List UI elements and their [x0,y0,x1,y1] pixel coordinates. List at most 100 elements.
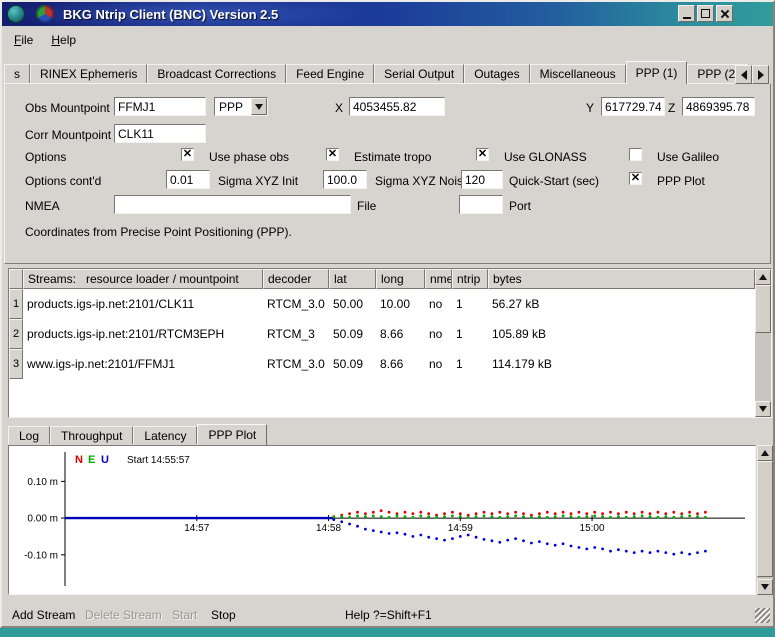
svg-text:Start 14:55:57: Start 14:55:57 [127,455,190,466]
sigma-xyz-noise-label: Sigma XYZ Noise [375,174,470,188]
sigma-xyz-init-label: Sigma XYZ Init [218,174,298,188]
window-minimize-button[interactable] [678,5,695,22]
tab-rinex-ephemeris[interactable]: RINEX Ephemeris [30,64,147,83]
tab-outages[interactable]: Outages [464,64,529,83]
obs-mountpoint-input[interactable] [114,97,206,116]
nmea-file-label: File [357,199,376,213]
start-button[interactable]: Start [172,608,197,622]
bottom-tabbar: Log Throughput Latency PPP Plot [8,424,267,445]
tab-log[interactable]: Log [8,426,50,444]
header-decoder[interactable]: decoder [263,269,329,289]
header-lat[interactable]: lat [329,269,376,289]
scrollbar-track[interactable] [755,285,771,401]
stream-row-3[interactable]: 3 www.igs-ip.net:2101/FFMJ1 RTCM_3.0 50.… [9,349,755,379]
tab-miscellaneous[interactable]: Miscellaneous [530,64,626,83]
svg-text:15:00: 15:00 [580,523,605,534]
menu-help[interactable]: Help [51,33,76,47]
window-controls [678,5,733,22]
window-maximize-button[interactable] [697,5,714,22]
sigma-xyz-init-input[interactable] [166,170,210,189]
window-close-button[interactable] [716,5,733,22]
tab-scroll-left-button[interactable] [735,65,752,84]
cell-bytes: 56.27 kB [488,289,755,319]
streams-table: Streams: resource loader / mountpoint de… [8,268,772,418]
scroll-up-button[interactable] [755,269,771,285]
tab-ppp-1[interactable]: PPP (1) [626,61,688,84]
add-stream-button[interactable]: Add Stream [12,608,75,622]
svg-text:U: U [101,454,109,466]
cell-nmea: no [425,289,452,319]
chevron-down-icon [759,406,767,416]
row-number[interactable]: 3 [9,349,23,379]
table-empty-area [9,379,755,417]
tab-throughput[interactable]: Throughput [50,426,133,444]
row-number[interactable]: 2 [9,319,23,349]
header-nmea[interactable]: nmea [425,269,452,289]
bnc-window: BKG Ntrip Client (BNC) Version 2.5 File … [0,0,775,628]
tab-truncated[interactable]: s [4,64,30,83]
scrollbar-thumb[interactable] [757,461,773,577]
y-coordinate-input[interactable] [601,97,665,116]
scrollbar-track[interactable] [757,461,773,579]
menubar: File Help [2,26,773,54]
scroll-down-button[interactable] [757,579,773,595]
maximize-icon [701,9,710,18]
cell-decoder: RTCM_3.0 [263,349,329,379]
tab-scroll-right-button[interactable] [752,65,769,84]
cell-long: 8.66 [376,319,425,349]
header-bytes[interactable]: bytes [488,269,755,289]
svg-text:0.10 m: 0.10 m [27,477,58,488]
cell-ntrip: 1 [452,289,488,319]
titlebar[interactable]: BKG Ntrip Client (BNC) Version 2.5 [2,2,773,26]
stream-row-1[interactable]: 1 products.igs-ip.net:2101/CLK11 RTCM_3.… [9,289,755,319]
header-ntrip[interactable]: ntrip [452,269,488,289]
plot-scrollbar[interactable] [757,445,773,595]
svg-text:0.00 m: 0.00 m [27,514,58,525]
use-phase-obs-checkbox[interactable]: ✕ [181,148,194,161]
header-long[interactable]: long [376,269,425,289]
tab-ppp-plot[interactable]: PPP Plot [197,424,267,445]
estimate-tropo-label: Estimate tropo [354,150,431,164]
streams-table-header: Streams: resource loader / mountpoint de… [9,269,755,289]
window-menu-button[interactable] [7,5,25,23]
tab-serial-output[interactable]: Serial Output [374,64,464,83]
tab-latency[interactable]: Latency [133,426,197,444]
table-scrollbar[interactable] [755,269,771,417]
ppp-mode-select[interactable]: PPP [214,97,268,116]
cell-decoder: RTCM_3 [263,319,329,349]
menu-file[interactable]: File [14,33,33,47]
cell-lat: 50.09 [329,349,376,379]
ppp-plot-checkbox[interactable]: ✕ [629,172,642,185]
estimate-tropo-checkbox[interactable]: ✕ [326,148,339,161]
scroll-down-button[interactable] [755,401,771,417]
nmea-file-input[interactable] [114,195,351,214]
sigma-xyz-noise-input[interactable] [323,170,367,189]
tab-feed-engine[interactable]: Feed Engine [286,64,374,83]
scroll-up-button[interactable] [757,445,773,461]
cell-lat: 50.09 [329,319,376,349]
svg-text:N: N [75,454,83,466]
chevron-up-icon [761,446,769,456]
z-coordinate-input[interactable] [682,97,755,116]
stop-button[interactable]: Stop [211,608,236,622]
row-number[interactable]: 1 [9,289,23,319]
x-coordinate-input[interactable] [349,97,445,116]
delete-stream-button[interactable]: Delete Stream [85,608,162,622]
ppp-mode-value: PPP [215,100,251,114]
stream-row-2[interactable]: 2 products.igs-ip.net:2101/RTCM3EPH RTCM… [9,319,755,349]
resize-grip[interactable] [755,608,770,623]
nmea-port-label: Port [509,199,531,213]
nmea-port-input[interactable] [459,195,503,214]
options-label: Options [25,150,66,164]
header-mountpoint[interactable]: Streams: resource loader / mountpoint [23,269,263,289]
quick-start-input[interactable] [461,170,503,189]
tab-broadcast-corrections[interactable]: Broadcast Corrections [147,64,286,83]
scrollbar-thumb[interactable] [755,285,771,333]
corr-mountpoint-input[interactable] [114,124,206,143]
quick-start-label: Quick-Start (sec) [509,174,599,188]
use-glonass-checkbox[interactable]: ✕ [476,148,489,161]
action-bar: Add Stream Delete Stream Start Stop Help… [0,602,775,626]
help-shortcut-label: Help ?=Shift+F1 [345,608,432,622]
cell-nmea: no [425,349,452,379]
use-galileo-checkbox[interactable] [629,148,642,161]
